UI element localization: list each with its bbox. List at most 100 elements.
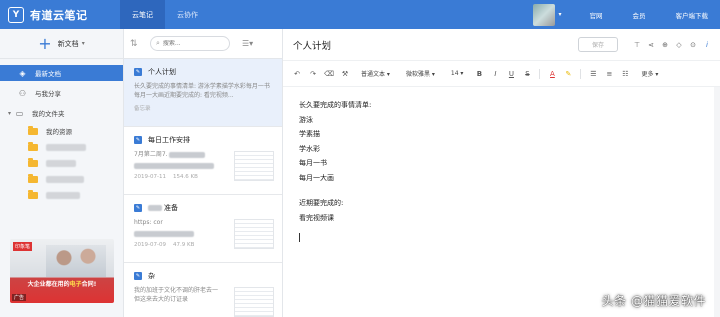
list-item[interactable]: ✎ 每日工作安排 7月第二周7. 2019-07-11 154.6 KB [124, 127, 282, 195]
doc-line: 学素描 [299, 130, 320, 138]
note-title: 每日工作安排 [148, 136, 190, 144]
align-icon[interactable]: ☷ [617, 70, 633, 78]
app-logo-icon: Y [8, 6, 24, 23]
note-icon: ✎ [134, 272, 142, 280]
search-input[interactable] [162, 40, 218, 47]
brand[interactable]: Y 有道云笔记 [0, 0, 120, 29]
format-painter-icon[interactable]: ⚒ [337, 70, 353, 78]
note-thumbnail [234, 151, 274, 181]
list-item[interactable]: ✎ 个人计划 长久要完成的事情清单: 游泳学素描学水彩每月一书每月一大画近期要完… [124, 59, 282, 127]
redacted-text [134, 230, 194, 237]
note-snippet: 长久要完成的事情清单: 游泳学素描学水彩每月一书每月一大画近期要完成的: 看完视… [134, 83, 270, 99]
sidebar-item-recent[interactable]: ◈ 最新文档 [0, 65, 123, 81]
folder-item[interactable] [0, 187, 123, 203]
doc-line: 看完视频课 [299, 213, 334, 222]
doc-line: 长久要完成的事情清单: [299, 101, 372, 109]
page-title[interactable]: 个人计划 [293, 38, 331, 52]
list-view-icon[interactable]: ☰▾ [242, 39, 253, 48]
ad-tag: 广告 [12, 294, 27, 301]
ad-image [46, 245, 106, 277]
highlight-icon[interactable]: ✎ [560, 70, 576, 78]
search-box[interactable]: ⌕ [150, 36, 230, 51]
numbered-list-icon[interactable]: ≡ [601, 70, 617, 78]
link-client-download[interactable]: 客户端下载 [676, 10, 709, 20]
note-date: 2019-07-09 [134, 242, 166, 248]
sidebar-item-my-folders[interactable]: ▾ ▭ 我的文件夹 [0, 105, 123, 121]
doc-line: 每月一书 [299, 159, 327, 167]
note-size: 154.6 KB [172, 174, 198, 180]
italic-icon[interactable]: I [487, 70, 503, 78]
redacted-text [148, 205, 162, 211]
font-select-value: 微软雅黑 [405, 71, 430, 78]
watermark: 头条 @猫猫爱软件 [601, 294, 706, 308]
ad-text-line2: 合同! [81, 281, 97, 288]
toolbar-divider [539, 68, 541, 79]
redacted-text [169, 151, 206, 158]
scrollbar[interactable] [714, 87, 720, 317]
size-select[interactable]: 14 ▾ [451, 70, 464, 77]
format-toolbar: ↶ ↷ ⌫ ⚒ 普通文本 ▾ 微软雅黑 ▾ 14 ▾ B I U S A ✎ ☰… [283, 61, 720, 87]
eraser-icon[interactable]: ⌫ [321, 70, 337, 78]
text-cursor [299, 233, 300, 242]
folder-label: 我的资源 [46, 128, 72, 136]
ad-text-highlight: 电子 [69, 281, 82, 288]
paragraph-select-value: 普通文本 [361, 71, 386, 78]
redacted-label [46, 191, 80, 199]
tab-cloud-collab[interactable]: 云协作 [165, 0, 210, 29]
list-item[interactable]: ✎ 准备 https: cor 2019-07-09 47.9 KB [124, 195, 282, 263]
more-menu[interactable]: 更多 ▾ [641, 69, 658, 78]
note-snippet-text: 7月第二周7. [134, 151, 168, 158]
folder-item[interactable] [0, 155, 123, 171]
sidebar-item-label: 最新文档 [35, 70, 61, 78]
font-color-icon[interactable]: A [544, 70, 560, 78]
redacted-label [46, 143, 86, 151]
note-thumbnail [234, 287, 274, 317]
folder-item[interactable] [0, 139, 123, 155]
note-snippet-blur [134, 229, 224, 238]
list-item[interactable]: ✎ 杂 我的加班于文化不调的肝老去一 但这来去大的订证录 [124, 263, 282, 317]
folder-icon [28, 141, 38, 151]
ad-text: 大企业都在用的电子合同! [10, 279, 114, 288]
sidebar-item-label: 我的文件夹 [32, 110, 65, 118]
chevron-down-icon[interactable]: ▾ [558, 11, 561, 18]
document-body[interactable]: 长久要完成的事情清单: 游泳 学素描 学水彩 每月一书 每月一大画 近期要完成的… [283, 87, 720, 242]
note-snippet: 我的加班于文化不调的肝老去一 但这来去大的订证录 [134, 287, 219, 303]
search-icon: ⌕ [156, 39, 160, 47]
share-icon[interactable]: ⋖ [644, 41, 658, 49]
tag-icon[interactable]: ◇ [672, 41, 686, 49]
underline-icon[interactable]: U [503, 70, 519, 78]
italic-info-icon[interactable]: i [700, 41, 714, 49]
bold-icon[interactable]: B [471, 70, 487, 78]
list-toolbar: ⇅ ⌕ ☰▾ [124, 29, 282, 59]
note-icon: ✎ [134, 136, 142, 144]
redo-icon[interactable]: ↷ [305, 70, 321, 78]
avatar[interactable] [533, 3, 556, 26]
tab-cloud-notes[interactable]: 云笔记 [120, 0, 165, 29]
sidebar-item-shared[interactable]: ⚇ 与我分享 [0, 85, 123, 101]
doc-line: 学水彩 [299, 144, 320, 153]
more-icon[interactable]: ⊙ [686, 41, 700, 49]
link-official-site[interactable]: 官网 [590, 10, 603, 20]
strikethrough-icon[interactable]: S [519, 70, 535, 78]
top-bar: Y 有道云笔记 云笔记 云协作 ▾ 官网 会员 客户端下载 [0, 0, 720, 29]
paragraph-select[interactable]: 普通文本 ▾ [361, 69, 390, 78]
folder-item[interactable]: 我的资源 [0, 123, 123, 139]
people-icon: ⚇ [18, 88, 27, 98]
info-icon[interactable]: ⊕ [658, 41, 672, 49]
ad-banner[interactable]: 印象笔 大企业都在用的电子合同! 广告 [10, 239, 114, 303]
bullet-list-icon[interactable]: ☰ [585, 70, 601, 78]
note-meta: 备忘录 [134, 106, 151, 112]
format-toggle-icon[interactable]: ⊤ [630, 41, 644, 49]
save-button[interactable]: 保存 [578, 37, 618, 52]
folder-item[interactable] [0, 171, 123, 187]
undo-icon[interactable]: ↶ [289, 70, 305, 78]
link-membership[interactable]: 会员 [633, 10, 646, 20]
note-snippet-blur [134, 161, 224, 170]
folder-icon [28, 189, 38, 199]
new-doc-button[interactable]: + 新文档 ▾ [0, 29, 123, 59]
font-select[interactable]: 微软雅黑 ▾ [406, 69, 435, 78]
note-list: ⇅ ⌕ ☰▾ ✎ 个人计划 长久要完成的事情清单: 游泳学素描学水彩每月一书每月… [124, 29, 283, 317]
sort-icon[interactable]: ⇅ [130, 39, 144, 49]
new-doc-label: 新文档 [57, 39, 79, 48]
doc-line: 近期要完成的: [299, 199, 344, 207]
